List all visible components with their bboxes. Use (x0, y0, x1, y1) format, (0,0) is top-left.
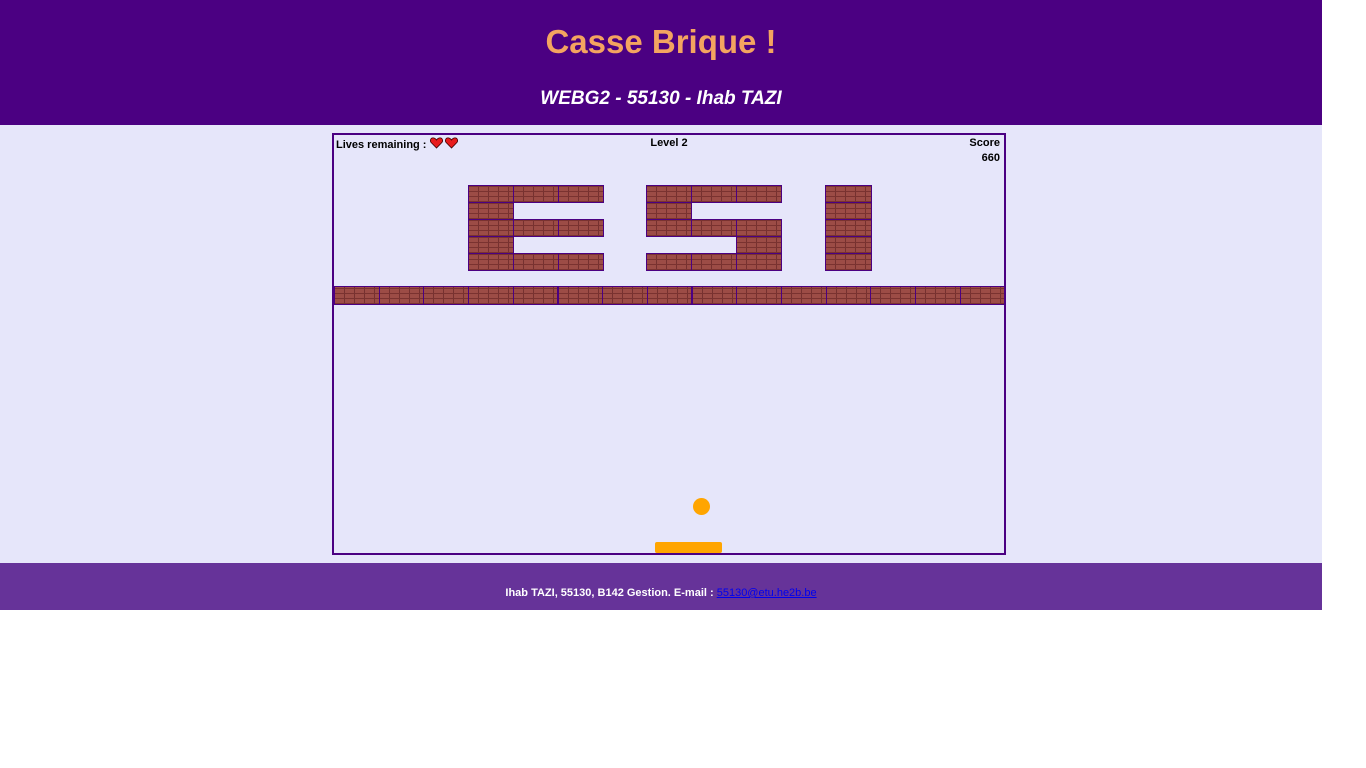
brick (602, 286, 648, 305)
brick (513, 219, 559, 237)
brick (468, 185, 514, 203)
brick (825, 286, 872, 305)
brick (512, 286, 559, 305)
brick (870, 286, 916, 305)
brick (915, 286, 961, 305)
brick (825, 185, 872, 203)
brick (468, 286, 514, 305)
brick (558, 185, 604, 203)
footer-text: Ihab TAZI, 55130, B142 Gestion. E-mail :… (0, 586, 1322, 600)
footer-info: Ihab TAZI, 55130, B142 Gestion. E-mail : (505, 587, 714, 599)
paddle[interactable] (655, 542, 722, 553)
brick (736, 185, 782, 203)
game-canvas[interactable]: Lives remaining : Level 2 Score 660 (332, 133, 1006, 555)
brick (825, 202, 872, 220)
brick (825, 219, 872, 237)
brick (825, 236, 872, 254)
brick (513, 185, 559, 203)
brick (691, 219, 737, 237)
brick (423, 286, 469, 305)
brick (468, 202, 514, 220)
brick (468, 253, 514, 271)
score-label: Score (969, 137, 1000, 149)
brick (334, 286, 380, 305)
page: Casse Brique ! WEBG2 - 55130 - Ihab TAZI… (0, 0, 1322, 610)
brick (646, 253, 692, 271)
score-value: 660 (981, 152, 1000, 164)
brick (736, 286, 782, 305)
email-link[interactable]: 55130@etu.he2b.be (717, 587, 817, 599)
brick (691, 286, 738, 305)
brick (468, 219, 514, 237)
brick (646, 286, 693, 305)
brick (736, 219, 782, 237)
page-subtitle: WEBG2 - 55130 - Ihab TAZI (540, 88, 782, 109)
main-area: Lives remaining : Level 2 Score 660 (0, 125, 1322, 563)
brick (513, 253, 559, 271)
level-indicator: Level 2 (650, 137, 688, 149)
brick (781, 286, 827, 305)
brick (646, 219, 692, 237)
brick (468, 236, 514, 254)
page-title: Casse Brique ! (545, 23, 777, 60)
site-footer: Ihab TAZI, 55130, B142 Gestion. E-mail :… (0, 563, 1322, 610)
site-header: Casse Brique ! WEBG2 - 55130 - Ihab TAZI (0, 0, 1322, 125)
brick (378, 286, 425, 305)
brick (959, 286, 1004, 305)
brick (558, 253, 604, 271)
brick (558, 219, 604, 237)
brick (825, 253, 872, 271)
brick (691, 185, 737, 203)
brick (691, 253, 737, 271)
brick (646, 202, 692, 220)
score-indicator: Score 660 (969, 136, 1000, 166)
brick (557, 286, 603, 305)
brick (736, 236, 782, 254)
brick (646, 185, 692, 203)
ball (693, 498, 710, 515)
brick (736, 253, 782, 271)
